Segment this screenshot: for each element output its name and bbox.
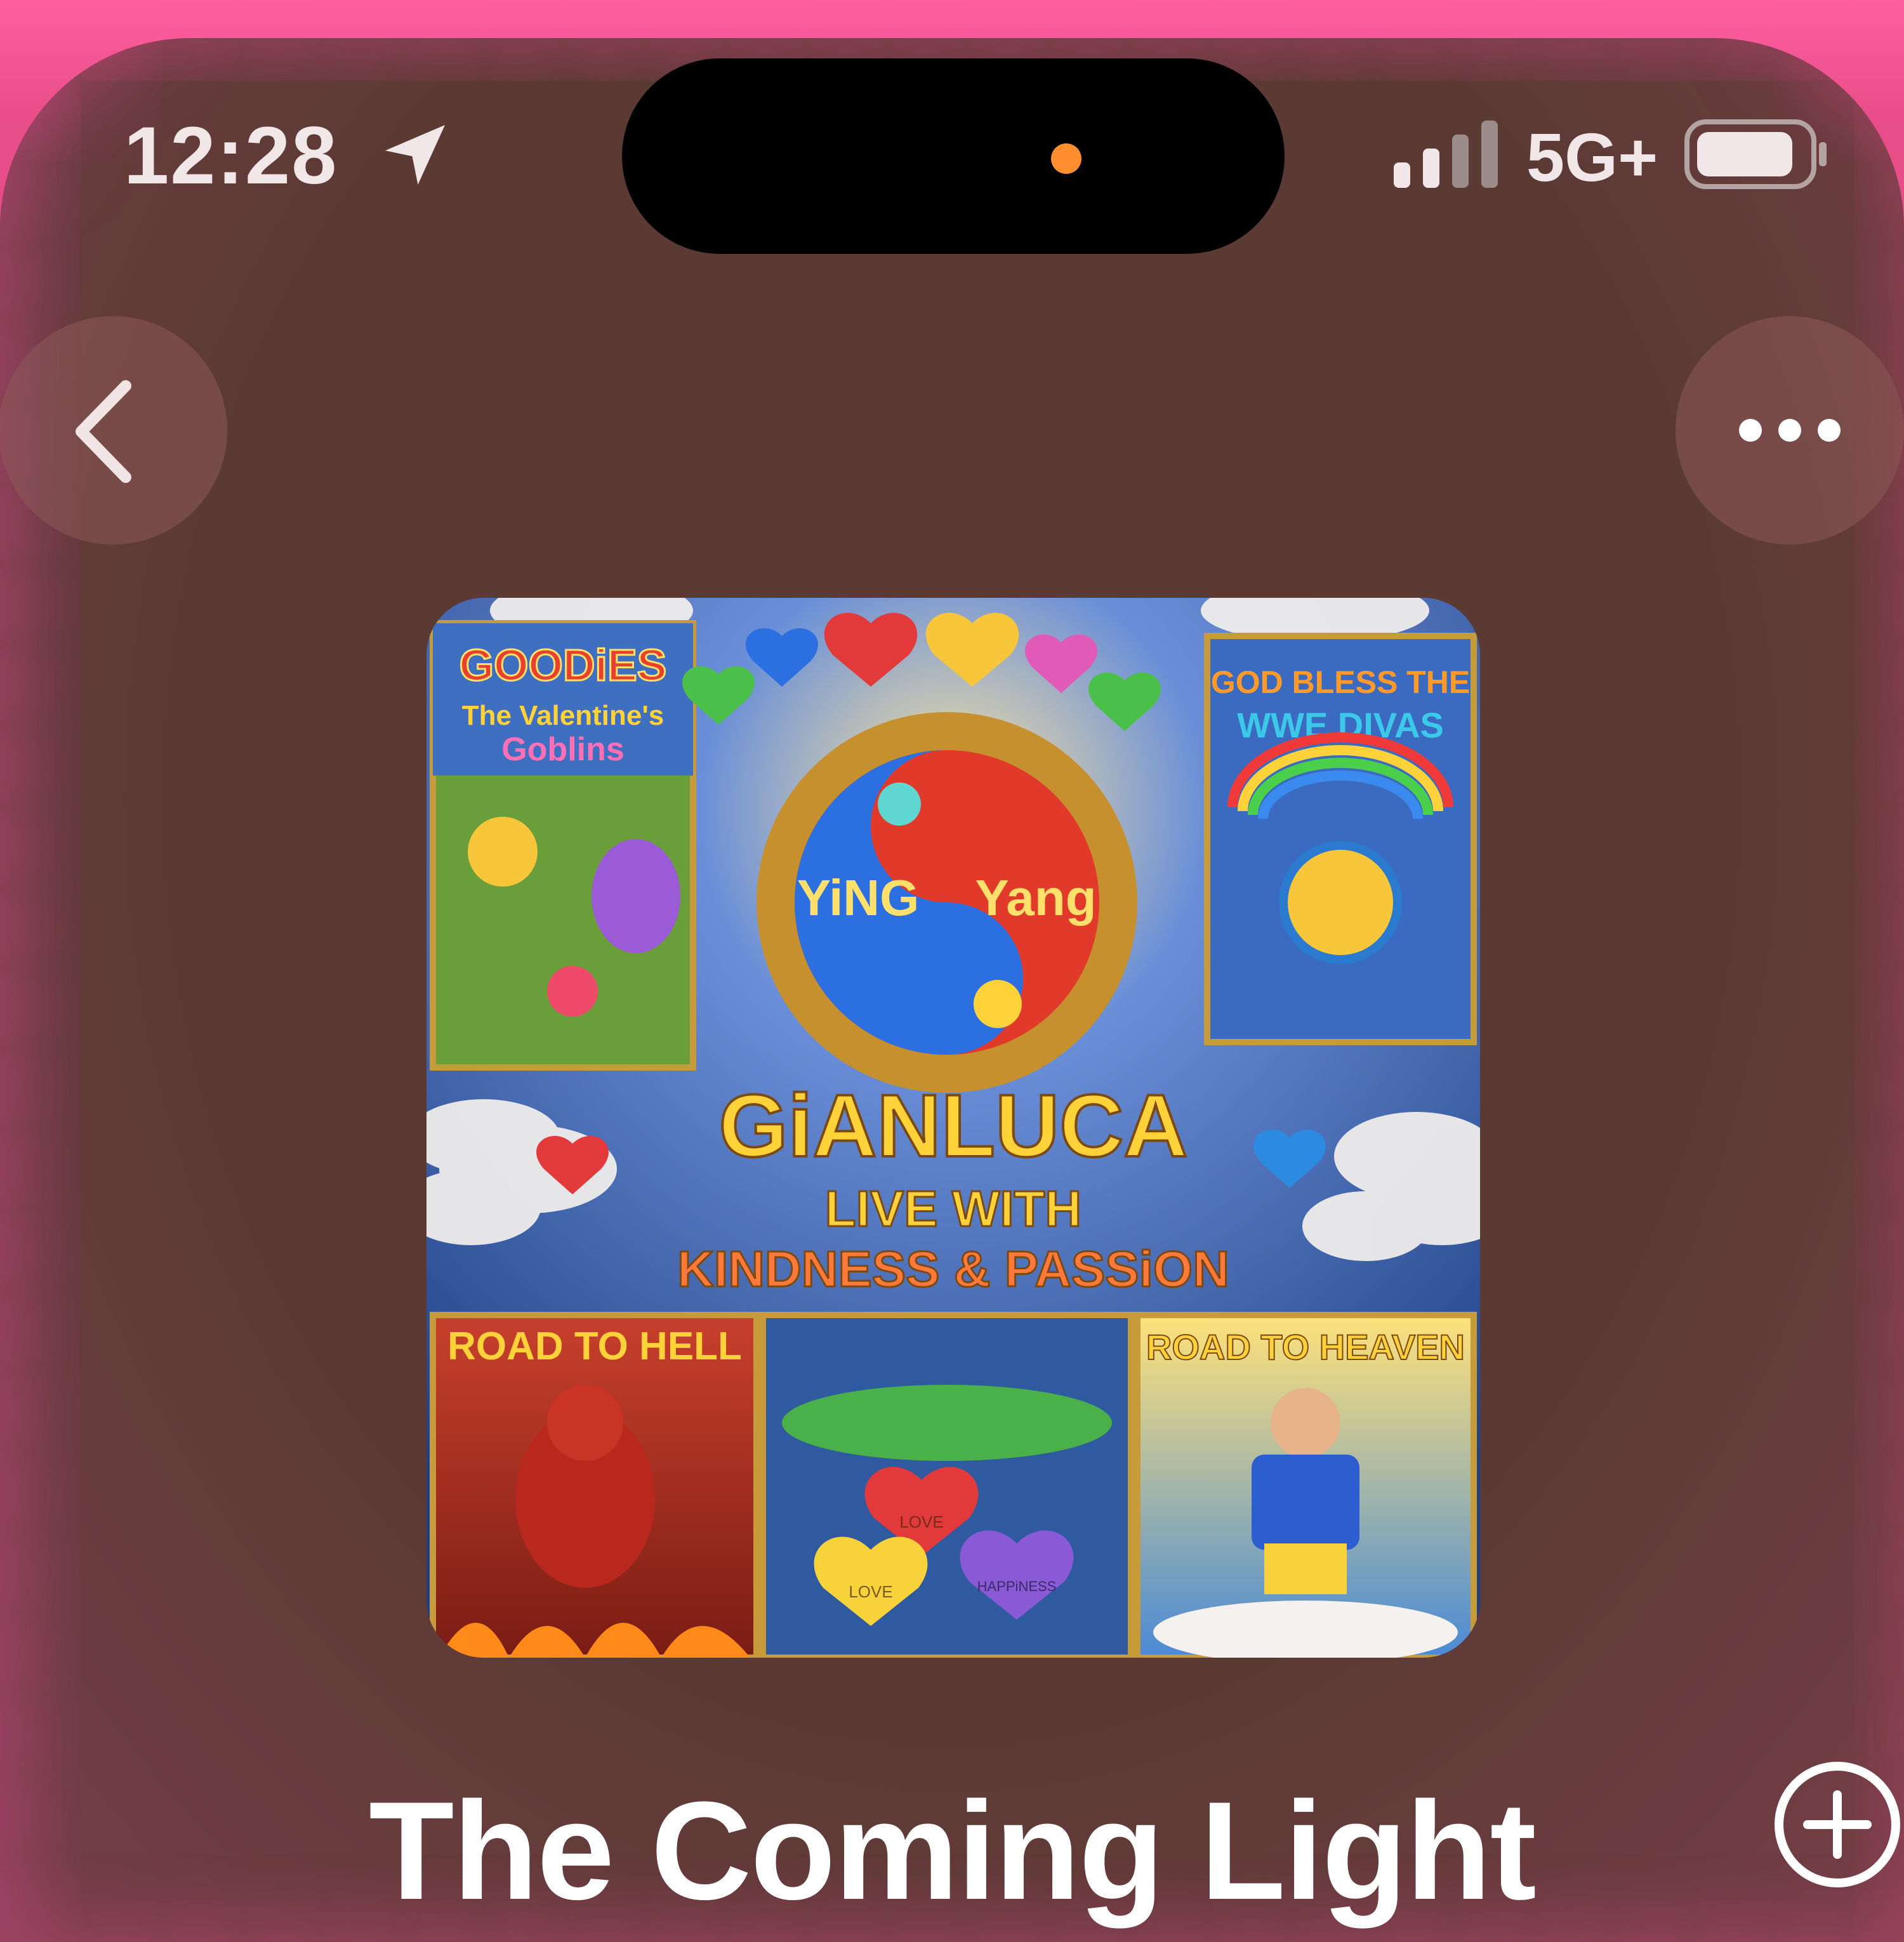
more-options-button[interactable] [1676, 316, 1904, 545]
album-artwork-illustration: GOODiES The Valentine's Goblins GOD BLES… [426, 598, 1480, 1658]
album-artwork: GOODiES The Valentine's Goblins GOD BLES… [426, 598, 1480, 1658]
status-time: 12:28 [124, 110, 338, 201]
location-arrow-icon [385, 124, 446, 185]
ellipsis-icon [1739, 419, 1841, 442]
panel-divas-title: GOD BLESS THE [1211, 664, 1470, 700]
panel-heaven-title: ROAD TO HEAVEN [1146, 1327, 1465, 1367]
cellular-signal-icon [1394, 121, 1498, 188]
yang-label: Yang [975, 869, 1096, 926]
artwork-line2: LIVE WITH [825, 1180, 1081, 1237]
panel-hell-title: ROAD TO HELL [447, 1324, 742, 1368]
plus-circle-icon[interactable] [1771, 1758, 1904, 1891]
yin-label: YiNG [797, 869, 920, 926]
back-button[interactable] [0, 316, 227, 545]
heart-label-1: LOVE [899, 1512, 943, 1531]
network-type: 5G+ [1526, 119, 1658, 195]
artwork-line3: KINDNESS & PASSiON [677, 1241, 1229, 1297]
panel-goodies-sub1: The Valentine's [462, 700, 664, 731]
heart-label-3: HAPPiNESS [977, 1578, 1057, 1594]
dynamic-island [622, 58, 1285, 254]
panel-goodies-sub2: Goblins [501, 731, 625, 768]
heart-label-2: LOVE [849, 1582, 892, 1601]
privacy-indicator-dot [1051, 143, 1081, 174]
chevron-left-icon [76, 380, 131, 483]
track-title: The Coming Light [369, 1773, 1537, 1929]
artwork-headline: GiANLUCA [719, 1076, 1188, 1175]
panel-goodies-title: GOODiES [459, 640, 667, 690]
battery-icon [1684, 119, 1827, 189]
